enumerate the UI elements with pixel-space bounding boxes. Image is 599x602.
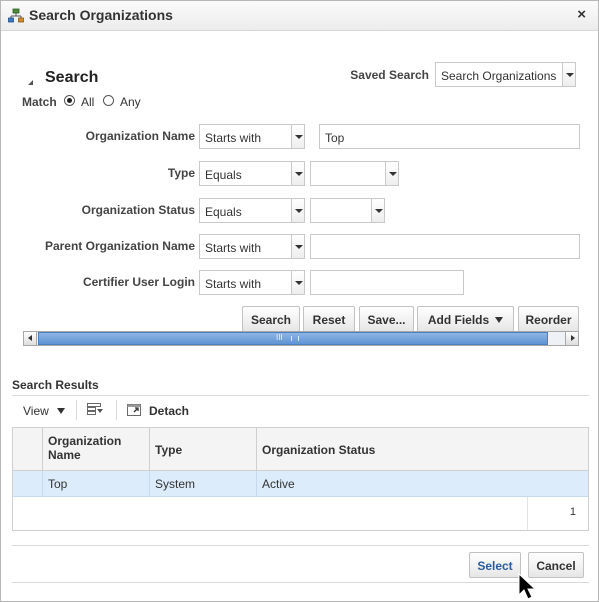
horizontal-scrollbar[interactable]: III — [23, 331, 579, 346]
parent-organization-name-operator-select[interactable]: Starts with — [199, 234, 305, 259]
table-row[interactable]: Top System Active — [13, 471, 588, 497]
table-footer: 1 — [13, 497, 588, 530]
add-fields-button[interactable]: Add Fields — [417, 306, 514, 332]
select-button[interactable]: Select — [469, 552, 521, 578]
parent-organization-name-input[interactable] — [310, 234, 580, 259]
bottom-divider — [12, 582, 589, 583]
search-results-title: Search Results — [12, 378, 99, 392]
cell-organization-status: Active — [262, 477, 295, 491]
chevron-down-icon — [291, 125, 304, 148]
chevron-down-icon — [291, 199, 304, 222]
type-value-select[interactable] — [310, 161, 399, 186]
toolbar-separator — [116, 400, 117, 420]
certifier-user-login-operator-value: Starts with — [205, 277, 262, 291]
chevron-down-icon — [291, 271, 304, 294]
scroll-left-icon[interactable] — [24, 332, 37, 345]
type-operator-select[interactable]: Equals — [199, 161, 305, 186]
match-any-radio[interactable] — [103, 95, 114, 106]
search-button[interactable]: Search — [242, 306, 300, 332]
chevron-down-icon — [495, 317, 504, 323]
results-divider — [12, 395, 589, 396]
organization-name-operator-select[interactable]: Starts with — [199, 124, 305, 149]
chevron-down-icon — [385, 162, 398, 185]
type-operator-value: Equals — [205, 168, 242, 182]
organization-name-operator-value: Starts with — [205, 131, 262, 145]
match-label: Match — [22, 95, 57, 109]
detach-button[interactable]: Detach — [149, 404, 189, 418]
chevron-down-icon — [57, 408, 66, 414]
reorder-button[interactable]: Reorder — [518, 306, 579, 332]
table-header: Organization Name Type Organization Stat… — [13, 428, 588, 471]
chevron-down-icon — [371, 199, 384, 222]
view-menu[interactable]: View — [23, 404, 66, 418]
toolbar-separator — [76, 400, 77, 420]
chevron-down-icon — [562, 63, 575, 86]
column-header-organization-name[interactable]: Organization Name — [43, 428, 150, 471]
cell-organization-name: Top — [43, 471, 150, 497]
collapse-disclosure-icon[interactable] — [28, 75, 33, 85]
search-organizations-dialog: Search Organizations × Search Saved Sear… — [0, 0, 599, 602]
chevron-down-icon — [291, 235, 304, 258]
match-any-label: Any — [120, 95, 141, 109]
certifier-user-login-input[interactable] — [310, 270, 464, 295]
cell-type: System — [150, 471, 257, 497]
dialog-titlebar: Search Organizations × — [1, 1, 598, 31]
column-header-type[interactable]: Type — [150, 428, 257, 471]
footer-divider — [527, 497, 528, 530]
organization-name-label: Organization Name — [85, 129, 195, 143]
organization-status-operator-value: Equals — [205, 205, 242, 219]
organization-status-value-select[interactable] — [310, 198, 385, 223]
scroll-grip: III — [276, 333, 283, 342]
saved-search-label: Saved Search — [350, 68, 429, 82]
scroll-right-icon[interactable] — [565, 332, 578, 345]
parent-organization-name-operator-value: Starts with — [205, 241, 262, 255]
organization-name-input[interactable]: Top — [319, 124, 580, 149]
freeze-columns-icon[interactable] — [87, 403, 104, 417]
certifier-user-login-label: Certifier User Login — [82, 275, 195, 289]
footer-divider — [12, 545, 589, 546]
save-button[interactable]: Save... — [359, 306, 414, 332]
reset-button[interactable]: Reset — [303, 306, 355, 332]
column-header-organization-status[interactable]: Organization Status — [257, 428, 588, 471]
match-all-label: All — [81, 95, 95, 109]
organization-tree-icon — [8, 8, 24, 23]
saved-search-value: Search Organizations — [441, 69, 557, 83]
organization-status-operator-select[interactable]: Equals — [199, 198, 305, 223]
organization-status-label: Organization Status — [81, 203, 195, 217]
scroll-thumb[interactable] — [38, 332, 548, 345]
results-table: Organization Name Type Organization Stat… — [12, 427, 589, 531]
add-fields-label: Add Fields — [427, 313, 490, 327]
close-icon[interactable]: × — [577, 6, 586, 23]
mouse-cursor-icon — [518, 573, 537, 600]
row-count: 1 — [569, 506, 576, 518]
view-label: View — [23, 404, 49, 418]
match-all-radio[interactable] — [64, 95, 75, 106]
type-label: Type — [167, 166, 195, 180]
saved-search-select[interactable]: Search Organizations — [435, 62, 576, 87]
detach-icon[interactable] — [127, 403, 143, 417]
chevron-down-icon — [291, 162, 304, 185]
dialog-title: Search Organizations — [29, 7, 173, 23]
parent-organization-name-label: Parent Organization Name — [44, 239, 195, 253]
row-selector-header — [13, 428, 43, 471]
certifier-user-login-operator-select[interactable]: Starts with — [199, 270, 305, 295]
search-heading: Search — [45, 69, 99, 86]
row-selector[interactable] — [13, 471, 43, 497]
